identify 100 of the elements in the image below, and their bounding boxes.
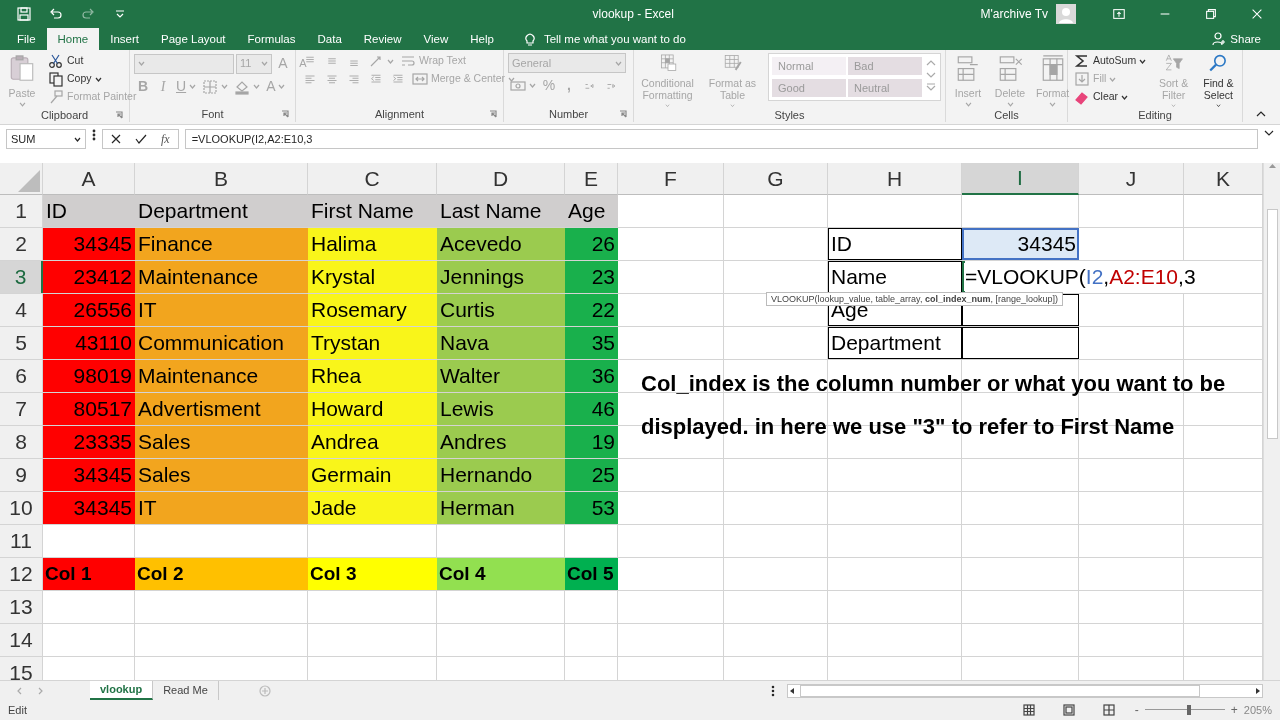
previous-sheet-icon[interactable] <box>16 686 22 695</box>
ribbon-tab[interactable]: Formulas <box>236 28 307 50</box>
table-cell: Hernando <box>437 459 565 491</box>
expand-formula-icon[interactable] <box>1264 129 1274 137</box>
row-header[interactable]: 7 <box>0 393 43 425</box>
redo-icon[interactable] <box>80 6 96 22</box>
ribbon-tab[interactable]: Review <box>352 28 413 50</box>
ribbon-display-icon[interactable] <box>1112 7 1126 21</box>
ribbon-tab[interactable]: File <box>6 28 47 50</box>
ribbon-tab[interactable]: View <box>412 28 460 50</box>
group-label: Cells <box>994 108 1019 123</box>
row-header[interactable]: 1 <box>0 195 43 227</box>
row-header[interactable]: 15 <box>0 657 43 680</box>
save-icon[interactable] <box>16 6 32 22</box>
row-header[interactable]: 12 <box>0 558 43 590</box>
ribbon-tab[interactable]: Home <box>46 28 100 50</box>
scroll-left-icon <box>788 686 796 695</box>
avatar-icon[interactable] <box>1056 4 1076 24</box>
group-label: Alignment <box>375 107 424 122</box>
zoom-level[interactable]: 205% <box>1243 701 1272 719</box>
dialog-launcher-icon[interactable] <box>115 111 123 119</box>
slider-thumb[interactable] <box>1186 705 1191 715</box>
vertical-scrollbar[interactable] <box>1263 163 1280 680</box>
column-header[interactable]: D <box>437 163 565 195</box>
sigma-icon <box>1074 53 1090 69</box>
page-layout-icon[interactable] <box>1062 704 1075 716</box>
table-cell: Department <box>828 327 962 359</box>
cancel-icon[interactable] <box>111 134 121 144</box>
column-header[interactable]: A <box>43 163 135 195</box>
table-cell: 53 <box>565 492 618 524</box>
undo-icon[interactable] <box>48 6 64 22</box>
gallery-more-icon[interactable] <box>925 81 937 93</box>
row-header[interactable]: 10 <box>0 492 43 524</box>
zoom-in-button[interactable]: + <box>1224 701 1244 719</box>
table-cell: Lewis <box>437 393 565 425</box>
name-box[interactable]: SUM <box>6 129 86 149</box>
table-cell: ID <box>43 195 135 227</box>
dialog-launcher-icon[interactable] <box>619 110 627 118</box>
row-header[interactable]: 3 <box>0 261 43 293</box>
tell-me-search[interactable]: Tell me what you want to do <box>512 28 697 50</box>
table-cell: Germain <box>308 459 437 491</box>
normal-view-icon[interactable] <box>1022 704 1035 716</box>
ribbon-tab[interactable]: Help <box>459 28 505 50</box>
find-select-button[interactable]: Find & Select <box>1198 53 1238 107</box>
row-header[interactable]: 8 <box>0 426 43 458</box>
insert-function-button[interactable]: fx <box>161 130 170 148</box>
column-header[interactable]: H <box>828 163 962 195</box>
ribbon-tab[interactable]: Insert <box>99 28 150 50</box>
table-cell: Andrea <box>308 426 437 458</box>
dialog-launcher-icon[interactable] <box>489 110 497 118</box>
row-header[interactable]: 13 <box>0 591 43 623</box>
row-header[interactable]: 4 <box>0 294 43 326</box>
dialog-launcher-icon[interactable] <box>281 110 289 118</box>
column-header[interactable]: G <box>724 163 828 195</box>
column-header[interactable]: E <box>565 163 618 195</box>
autosum-button[interactable]: AutoSum <box>1072 53 1149 69</box>
next-sheet-icon[interactable] <box>38 686 44 695</box>
table-cell: Howard <box>308 393 437 425</box>
cut-button[interactable]: Cut <box>46 53 86 69</box>
clear-button[interactable]: Clear <box>1072 89 1131 105</box>
column-header[interactable]: B <box>135 163 308 195</box>
sheet-tab[interactable]: vlookup <box>90 681 154 700</box>
row-header[interactable]: 9 <box>0 459 43 491</box>
copy-button[interactable]: Copy <box>46 71 104 87</box>
column-header[interactable]: I <box>962 163 1079 195</box>
table-cell: 22 <box>565 294 618 326</box>
column-header[interactable]: J <box>1079 163 1184 195</box>
table-cell: Rhea <box>308 360 437 392</box>
add-sheet-icon[interactable] <box>258 684 271 697</box>
share-button[interactable]: Share <box>1201 28 1272 50</box>
restore-icon[interactable] <box>1204 7 1218 21</box>
column-header[interactable]: F <box>618 163 724 195</box>
table-cell: Advertisment <box>135 393 308 425</box>
user-name: M'archive Tv <box>980 6 1048 23</box>
page-break-icon[interactable] <box>1102 704 1115 716</box>
paintbrush-icon <box>48 89 64 105</box>
table-cell: Col 5 <box>565 558 618 590</box>
row-header[interactable]: 2 <box>0 228 43 260</box>
table-cell: Walter <box>437 360 565 392</box>
note-text: Col_index is the column number or what you want to be displayed. in here we use "3" to refer to First Name <box>641 370 1227 441</box>
table-cell: IT <box>135 492 308 524</box>
horizontal-scrollbar[interactable] <box>787 683 1263 698</box>
row-header[interactable]: 14 <box>0 624 43 656</box>
split-handle-icon[interactable] <box>771 684 775 697</box>
collapse-ribbon-icon[interactable] <box>1256 110 1266 118</box>
select-all-button[interactable] <box>0 163 43 195</box>
zoom-out-button[interactable]: - <box>1128 701 1145 719</box>
orientation-icon <box>368 53 384 69</box>
column-header[interactable]: C <box>308 163 437 195</box>
formula-field[interactable]: =VLOOKUP(I2,A2:E10,3 <box>184 129 1258 149</box>
ribbon-tab[interactable]: Page Layout <box>150 28 237 50</box>
row-header[interactable]: 5 <box>0 327 43 359</box>
row-header[interactable]: 6 <box>0 360 43 392</box>
table-cell: IT <box>135 294 308 326</box>
lightbulb-icon <box>523 32 536 46</box>
ribbon-tab[interactable]: Data <box>306 28 353 50</box>
close-icon[interactable] <box>1250 7 1264 21</box>
column-header[interactable]: K <box>1184 163 1263 195</box>
enter-icon[interactable] <box>135 134 147 144</box>
row-header[interactable]: 11 <box>0 525 43 557</box>
